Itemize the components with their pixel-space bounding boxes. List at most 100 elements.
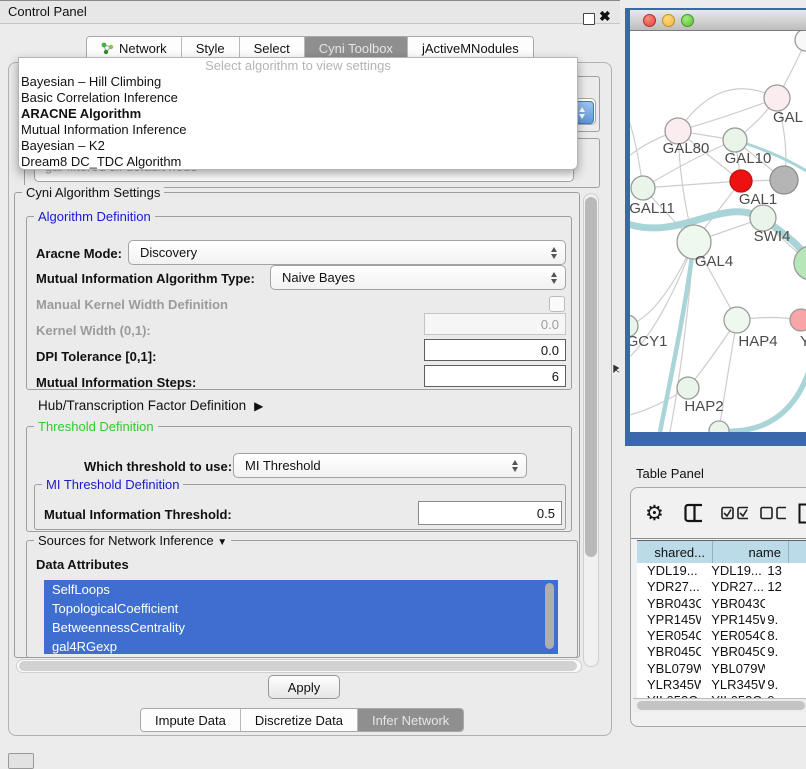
dpi-tolerance-label: DPI Tolerance [0,1]: [36,349,156,365]
aracne-mode-combo[interactable]: Discovery [128,240,566,265]
close-traffic-light[interactable] [643,14,656,27]
network-view-window[interactable]: GALGAL80GAL10GAL1GAL11SWI4GAL4GCY1HAP4YH… [625,8,806,446]
table-cell: YBR045C [637,644,701,660]
network-node-gal10[interactable] [723,128,747,152]
settings-hscrollbar-thumb[interactable] [19,661,577,671]
sources-legend[interactable]: Sources for Network Inference ▼ [34,533,231,550]
float-window-icon[interactable] [583,13,595,25]
settings-scrollbar-thumb[interactable] [585,197,597,557]
hub-definition-expander[interactable]: Hub/Transcription Factor Definition ▶ [38,398,263,413]
tab-label: Impute Data [155,713,226,728]
network-node[interactable] [795,31,806,51]
tab-infer-network[interactable]: Infer Network [358,709,463,731]
network-node-gal[interactable] [764,85,790,111]
network-window-titlebar[interactable] [630,10,806,31]
table-row[interactable]: YBR045CYBR045C9. [637,644,806,660]
mi-threshold-input[interactable]: 0.5 [418,501,562,525]
which-threshold-combo[interactable]: MI Threshold [233,453,527,478]
gear-icon[interactable]: ⚙ [645,501,664,526]
dropdown-item-aracne-algorithm[interactable]: ARACNE Algorithm [19,106,577,122]
dropdown-item-mutual-information-inference[interactable]: Mutual Information Inference [19,122,577,138]
dropdown-item-bayesian-hill-climbing[interactable]: Bayesian – Hill Climbing [19,74,577,90]
dropdown-item-bayesian-k2[interactable]: Bayesian – K2 [19,138,577,154]
list-item-topologicalcoefficient[interactable]: TopologicalCoefficient [44,599,558,618]
tab-label: Infer Network [372,713,449,728]
zoom-traffic-light[interactable] [681,14,694,27]
control-panel-title: Control Panel [8,4,87,20]
table-cell: YDR27... [637,579,701,595]
mi-steps-label: Mutual Information Steps: [36,375,196,391]
mi-type-label: Mutual Information Algorithm Type: [36,271,255,287]
table-cell: YBR043C [701,596,765,612]
tab-label: Cyni Toolbox [319,41,393,56]
bottom-tab-bar: Impute Data Discretize Data Infer Network [140,708,464,732]
table-panel: ⚙ shared...nameA YDL19...YDL19...13YDR27… [630,487,806,727]
mi-type-value: Naive Bayes [282,270,355,285]
list-item-selfloops[interactable]: SelfLoops [44,580,558,599]
data-attributes-label: Data Attributes [36,557,129,573]
data-attributes-list[interactable]: SelfLoopsTopologicalCoefficientBetweenne… [44,580,558,654]
network-node[interactable] [709,421,729,432]
table-cell: YDL19... [637,563,701,579]
table-cell: YBL079W [637,661,701,677]
network-node[interactable] [770,166,798,194]
hub-definition-label: Hub/Transcription Factor Definition [38,398,246,413]
combo-stepper-icon [551,272,557,284]
table-row[interactable]: YDR27...YDR27...12 [637,579,806,595]
table-cell: YDR27... [701,579,765,595]
network-node-gal1[interactable] [730,170,752,192]
dpi-tolerance-input[interactable]: 0.0 [424,339,566,361]
table-row[interactable]: YLR345WYLR345W9. [637,677,806,693]
kernel-width-input[interactable]: 0.0 [424,313,566,335]
expander-right-arrow-icon: ▶ [254,399,263,413]
network-node-y[interactable] [790,309,806,331]
tab-label: Style [196,41,225,56]
tab-label: jActiveMNodules [422,41,519,56]
deselect-all-columns-icon[interactable] [760,506,786,520]
table-hscrollbar-track[interactable] [633,698,806,712]
close-icon[interactable]: ✖ [599,8,611,25]
table-row[interactable]: YPR145WYPR145W9. [637,612,806,628]
new-table-icon[interactable] [798,503,806,524]
table-row[interactable]: YER054CYER054C8. [637,628,806,644]
collapsed-panel-button[interactable] [8,753,34,769]
list-item-betweennesscentrality[interactable]: BetweennessCentrality [44,618,558,637]
column-header-1[interactable]: shared... [637,541,713,564]
apply-button[interactable]: Apply [268,675,340,699]
network-canvas[interactable]: GALGAL80GAL10GAL1GAL11SWI4GAL4GCY1HAP4YH… [630,31,806,432]
table-cell: YER054C [701,628,765,644]
minimize-traffic-light[interactable] [662,14,675,27]
dropdown-item-dream8-dc-tdc-algorithm[interactable]: Dream8 DC_TDC Algorithm [19,154,577,170]
list-item-gal4rgexp[interactable]: gal4RGexp [44,637,558,654]
tab-discretize-data[interactable]: Discretize Data [241,709,358,731]
control-panel-header: Control Panel [0,0,620,24]
mi-type-combo[interactable]: Naive Bayes [270,265,566,290]
network-node-hap2[interactable] [677,377,699,399]
network-node-gal11[interactable] [631,176,655,200]
select-all-columns-icon[interactable] [721,506,747,520]
table-hscrollbar-thumb[interactable] [637,701,805,710]
dropdown-item-basic-correlation-inference[interactable]: Basic Correlation Inference [19,90,577,106]
network-graph[interactable]: GALGAL80GAL10GAL1GAL11SWI4GAL4GCY1HAP4YH… [630,31,806,432]
mi-steps-input[interactable]: 6 [424,365,566,387]
network-node-labels: GALGAL80GAL10GAL1GAL11SWI4GAL4GCY1HAP4YH… [630,109,806,415]
manual-kernel-label: Manual Kernel Width Definition [36,297,228,313]
network-node-hap4[interactable] [724,307,750,333]
tab-impute-data[interactable]: Impute Data [141,709,241,731]
kernel-width-label: Kernel Width (0,1): [36,323,151,339]
table-row[interactable]: YBL079WYBL079W [637,661,806,677]
list-scrollbar-thumb[interactable] [545,583,554,649]
node-label: GAL10 [725,150,772,167]
column-header-2[interactable]: name [713,541,789,564]
node-label: SWI4 [754,228,791,245]
table-row[interactable]: YDL19...YDL19...13 [637,563,806,579]
kernel-width-value: 0.0 [541,317,559,332]
manual-kernel-checkbox[interactable] [549,296,565,312]
mi-steps-value: 6 [552,369,559,384]
split-columns-icon[interactable] [684,503,702,523]
node-label: GAL [773,109,803,126]
table-row[interactable]: YBR043CYBR043C [637,596,806,612]
network-icon [101,42,114,55]
tab-label: Select [254,41,290,56]
column-header-3[interactable]: A [789,541,806,564]
